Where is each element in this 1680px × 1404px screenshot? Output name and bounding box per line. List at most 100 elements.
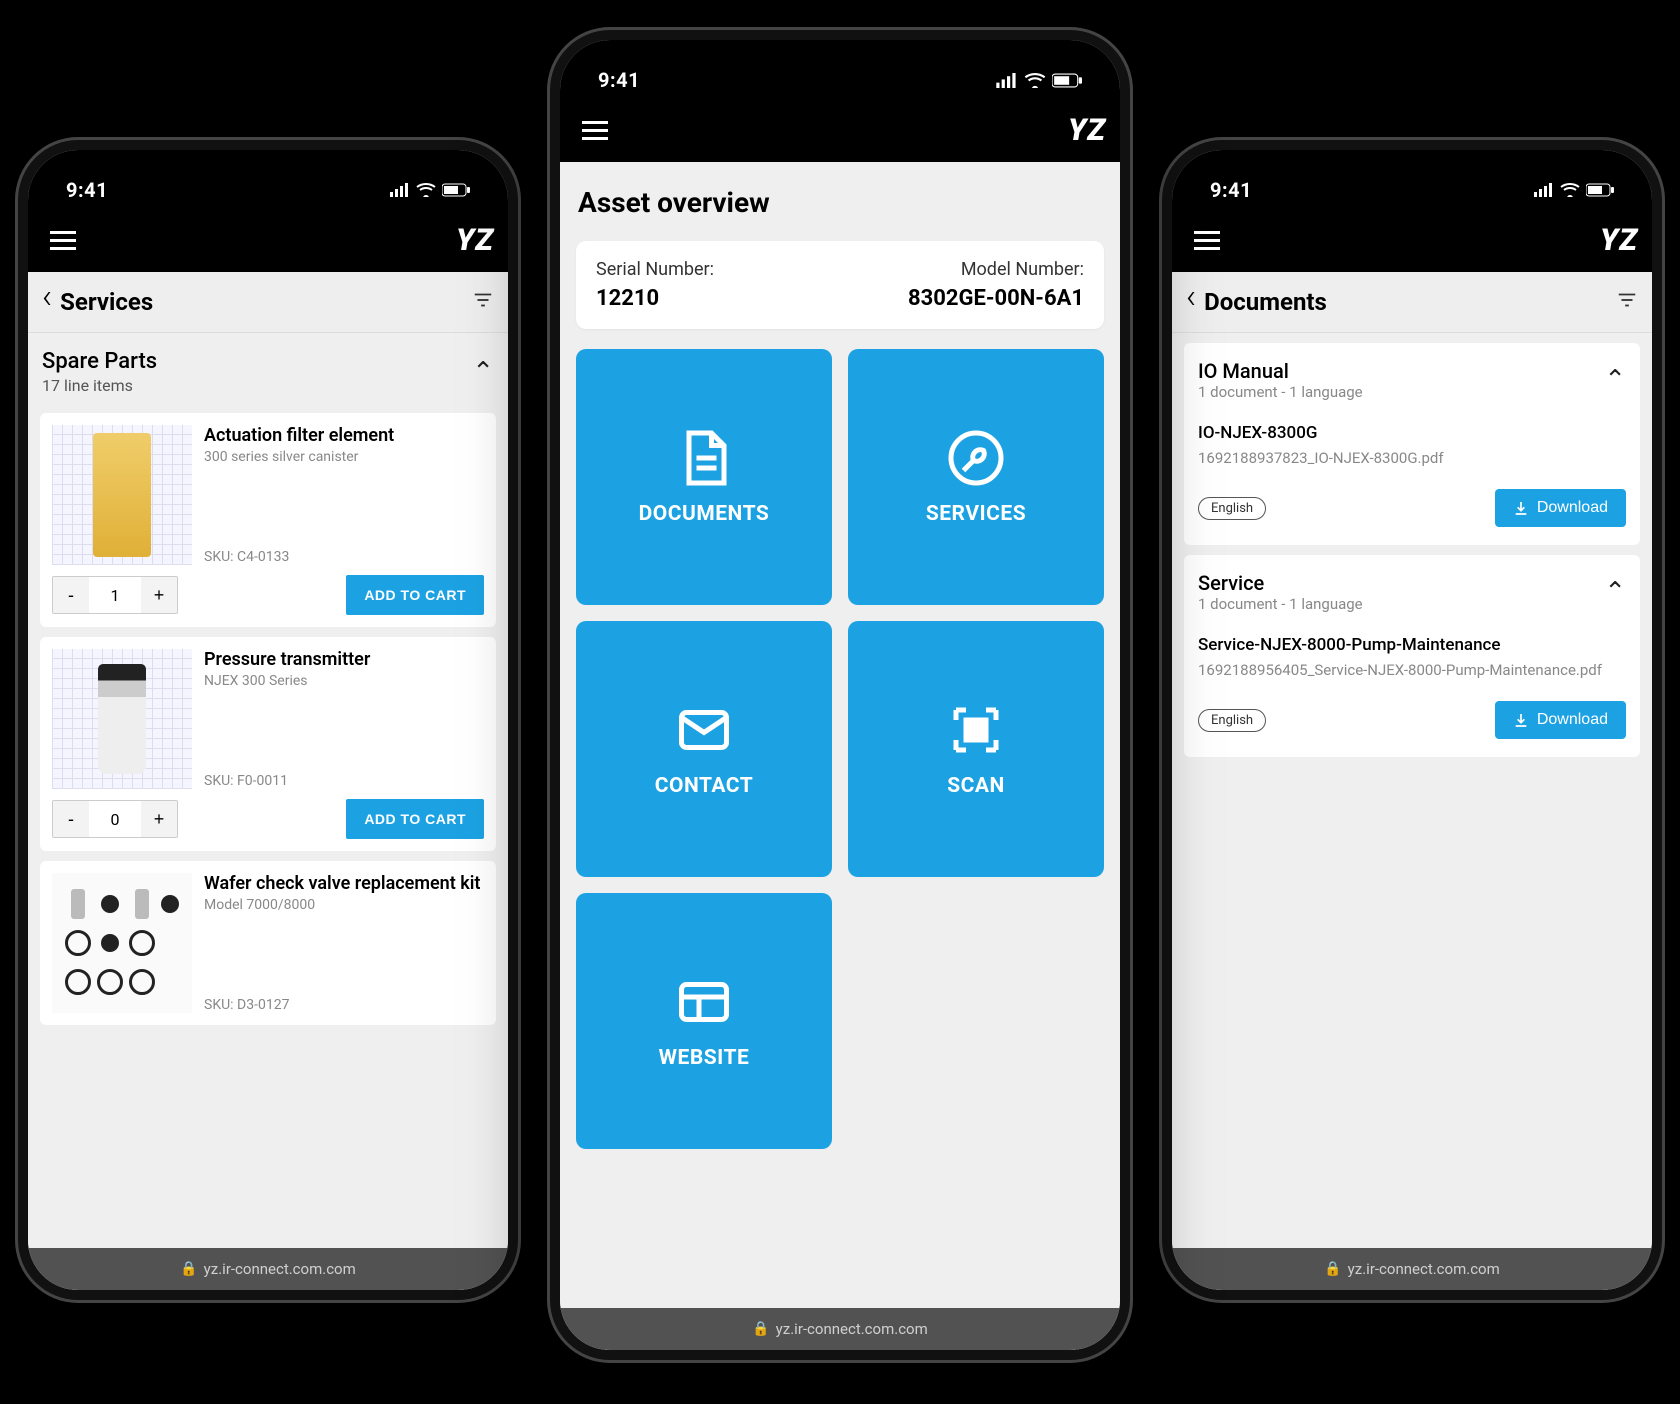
add-to-cart-button[interactable]: ADD TO CART (346, 575, 484, 615)
doc-section-sub: 1 document - 1 language (1198, 595, 1363, 613)
model-number-value: 8302GE-00N-6A1 (908, 286, 1084, 311)
section-title: Spare Parts (42, 349, 157, 374)
part-card: Wafer check valve replacement kit Model … (40, 861, 496, 1025)
download-icon (1513, 500, 1529, 516)
part-thumbnail (52, 873, 192, 1013)
phone-documents: 9:41 YZ Documents (1162, 140, 1662, 1300)
filter-icon[interactable] (1616, 289, 1638, 315)
status-time: 9:41 (598, 68, 640, 92)
tile-website[interactable]: WEBSITE (576, 893, 832, 1149)
mail-icon (674, 700, 734, 760)
doc-filename: 1692188937823_IO-NJEX-8300G.pdf (1198, 449, 1626, 467)
qty-decrement[interactable]: - (53, 801, 89, 837)
browser-url-bar: 🔒 yz.ir-connect.com.com (560, 1308, 1120, 1350)
menu-icon[interactable] (574, 113, 616, 148)
lock-icon: 🔒 (752, 1321, 769, 1337)
wifi-icon (416, 183, 436, 197)
filter-icon[interactable] (472, 289, 494, 315)
phone-asset-overview: 9:41 YZ Asset overview Serial Number: 12… (550, 30, 1130, 1360)
app-header: YZ (560, 98, 1120, 162)
browser-url-bar: 🔒 yz.ir-connect.com.com (28, 1248, 508, 1290)
page-title-row: Services (28, 272, 508, 333)
logo: YZ (1600, 223, 1638, 258)
tile-label: SERVICES (926, 502, 1026, 526)
qty-decrement[interactable]: - (53, 577, 89, 613)
download-label: Download (1537, 499, 1608, 517)
tile-label: SCAN (947, 774, 1005, 798)
part-desc: 300 series silver canister (204, 449, 484, 465)
tile-label: CONTACT (655, 774, 754, 798)
lock-icon: 🔒 (1324, 1261, 1341, 1277)
phone-services: 9:41 YZ Services (18, 140, 518, 1300)
qty-value: 0 (89, 801, 141, 837)
tile-services[interactable]: SERVICES (848, 349, 1104, 605)
quantity-stepper: - 0 + (52, 800, 178, 838)
quantity-stepper: - 1 + (52, 576, 178, 614)
app-header: YZ (1172, 208, 1652, 272)
section-header-spare-parts[interactable]: Spare Parts 17 line items ⌃ (28, 333, 508, 403)
doc-section-title: IO Manual (1198, 359, 1363, 383)
battery-icon (442, 183, 470, 197)
chevron-up-icon: ⌃ (472, 357, 494, 387)
qty-increment[interactable]: + (141, 801, 177, 837)
document-section: IO Manual 1 document - 1 language ⌃ IO-N… (1184, 343, 1640, 545)
page-title: Services (60, 288, 153, 316)
download-icon (1513, 712, 1529, 728)
chevron-up-icon[interactable]: ⌃ (1604, 365, 1626, 395)
status-time: 9:41 (1210, 178, 1252, 202)
battery-icon (1052, 73, 1082, 88)
document-section: Service 1 document - 1 language ⌃ Servic… (1184, 555, 1640, 757)
tile-label: WEBSITE (659, 1046, 750, 1070)
part-thumbnail (52, 649, 192, 789)
page-title: Asset overview (560, 162, 1120, 229)
url-text: yz.ir-connect.com.com (776, 1320, 928, 1338)
doc-name: IO-NJEX-8300G (1198, 423, 1626, 443)
dynamic-island (775, 50, 905, 86)
download-button[interactable]: Download (1495, 701, 1626, 739)
browser-url-bar: 🔒 yz.ir-connect.com.com (1172, 1248, 1652, 1290)
qty-value: 1 (89, 577, 141, 613)
section-sub: 17 line items (42, 376, 157, 395)
tile-label: DOCUMENTS (639, 502, 770, 526)
part-desc: NJEX 300 Series (204, 673, 484, 689)
signal-icon (996, 73, 1018, 88)
part-sku: SKU: F0-0011 (204, 773, 484, 789)
battery-icon (1586, 183, 1614, 197)
download-label: Download (1537, 711, 1608, 729)
tile-scan[interactable]: SCAN (848, 621, 1104, 877)
back-icon[interactable] (42, 293, 54, 312)
status-time: 9:41 (66, 178, 108, 202)
document-icon (674, 428, 734, 488)
doc-section-title: Service (1198, 571, 1363, 595)
wifi-icon (1560, 183, 1580, 197)
download-button[interactable]: Download (1495, 489, 1626, 527)
lock-icon: 🔒 (180, 1261, 197, 1277)
add-to-cart-button[interactable]: ADD TO CART (346, 799, 484, 839)
tile-contact[interactable]: CONTACT (576, 621, 832, 877)
website-icon (674, 972, 734, 1032)
tile-documents[interactable]: DOCUMENTS (576, 349, 832, 605)
serial-number-label: Serial Number: (596, 259, 714, 280)
doc-section-sub: 1 document - 1 language (1198, 383, 1363, 401)
menu-icon[interactable] (42, 223, 84, 258)
part-sku: SKU: C4-0133 (204, 549, 484, 565)
url-text: yz.ir-connect.com.com (1348, 1260, 1500, 1278)
qty-increment[interactable]: + (141, 577, 177, 613)
part-sku: SKU: D3-0127 (204, 997, 484, 1013)
wifi-icon (1024, 73, 1046, 88)
logo: YZ (456, 223, 494, 258)
language-chip[interactable]: English (1198, 497, 1266, 520)
back-icon[interactable] (1186, 293, 1198, 312)
doc-name: Service-NJEX-8000-Pump-Maintenance (1198, 635, 1626, 655)
menu-icon[interactable] (1186, 223, 1228, 258)
part-card: Actuation filter element 300 series silv… (40, 413, 496, 627)
app-header: YZ (28, 208, 508, 272)
doc-filename: 1692188956405_Service-NJEX-8000-Pump-Mai… (1198, 661, 1626, 679)
url-text: yz.ir-connect.com.com (204, 1260, 356, 1278)
language-chip[interactable]: English (1198, 709, 1266, 732)
dynamic-island (1347, 160, 1477, 196)
part-name: Actuation filter element (204, 425, 484, 446)
wrench-icon (946, 428, 1006, 488)
signal-icon (390, 183, 410, 197)
chevron-up-icon[interactable]: ⌃ (1604, 577, 1626, 607)
